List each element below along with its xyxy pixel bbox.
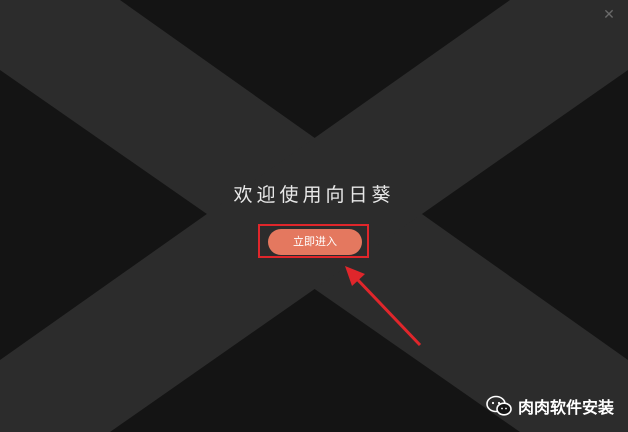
background-x-pattern (0, 0, 628, 432)
watermark-text: 肉肉软件安装 (517, 398, 614, 417)
welcome-title: 欢迎使用向日葵 (233, 184, 395, 206)
wechat-icon (486, 395, 512, 416)
app-window: ✕ 欢迎使用向日葵 立即进入 肉肉软件安装 (0, 0, 628, 432)
watermark: 肉肉软件安装 (486, 394, 614, 418)
close-button[interactable]: ✕ (600, 6, 618, 24)
enter-now-button[interactable]: 立即进入 (268, 229, 362, 255)
